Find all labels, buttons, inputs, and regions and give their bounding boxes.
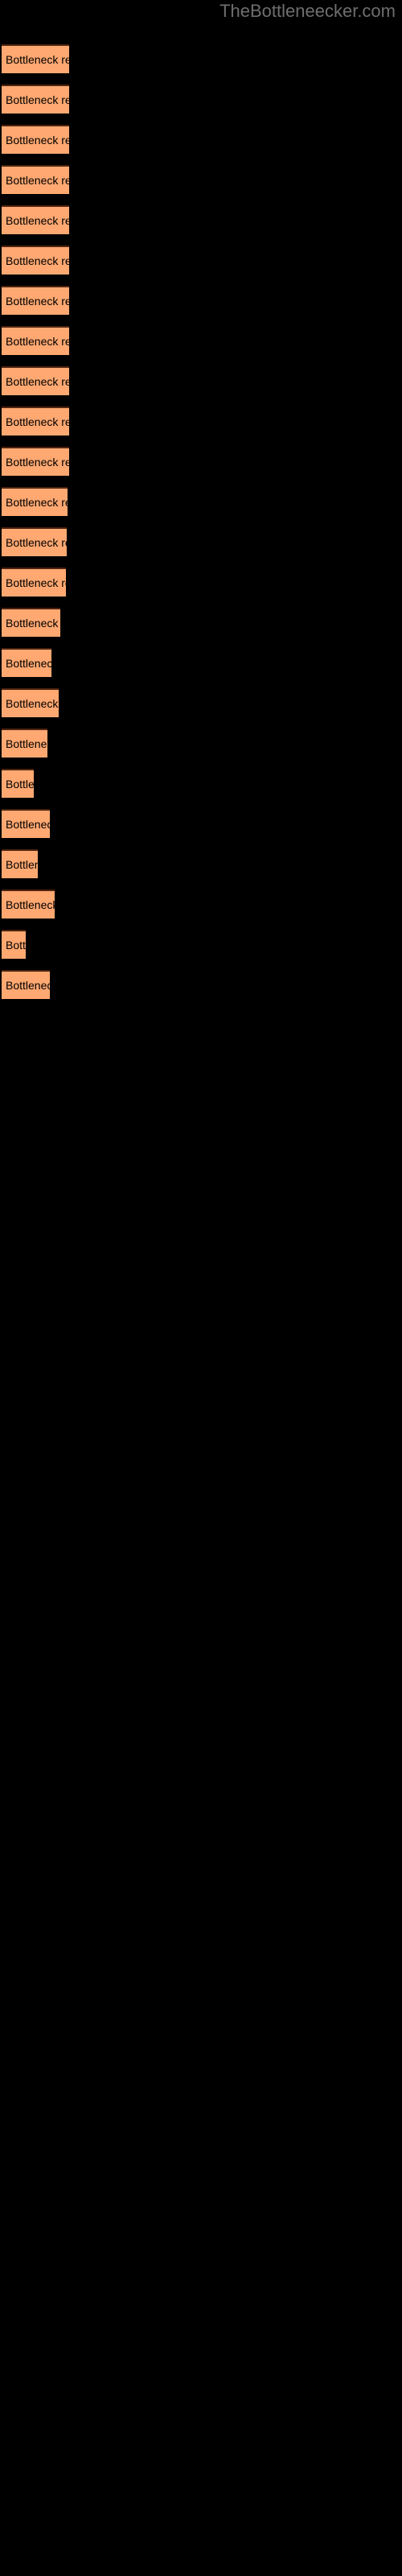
bottleneck-result-bar[interactable]: Bottleneck result <box>2 849 38 878</box>
bottleneck-result-bar[interactable]: Bottleneck result <box>2 648 51 677</box>
bar-row: Bottleneck result <box>0 286 402 315</box>
bar-row: Bottleneck result <box>0 407 402 436</box>
bar-label: Bottleneck result <box>6 335 69 348</box>
bar-row: Bottleneck result <box>0 970 402 999</box>
bar-row: Bottleneck result <box>0 44 402 73</box>
bottleneck-result-bar[interactable]: Bottleneck result <box>2 326 69 355</box>
bottleneck-result-bar[interactable]: Bottleneck result <box>2 407 69 436</box>
bar-label: Bottleneck result <box>6 979 50 992</box>
bar-row: Bottleneck result <box>0 688 402 717</box>
bar-row: Bottleneck result <box>0 729 402 758</box>
bottleneck-result-bar[interactable]: Bottleneck result <box>2 487 68 516</box>
bottleneck-result-bar[interactable]: Bottleneck result <box>2 608 60 637</box>
bar-label: Bottleneck result <box>6 134 69 147</box>
bar-label: Bottleneck result <box>6 93 69 106</box>
bar-row: Bottleneck result <box>0 487 402 516</box>
bottleneck-result-bar[interactable]: Bottleneck result <box>2 366 69 395</box>
bar-label: Bottleneck result <box>6 858 38 871</box>
bottleneck-result-bar[interactable]: Bottleneck result <box>2 809 50 838</box>
bar-label: Bottleneck result <box>6 898 55 911</box>
bar-label: Bottleneck result <box>6 456 69 469</box>
bar-label: Bottleneck result <box>6 818 50 831</box>
bottleneck-result-bar[interactable]: Bottleneck result <box>2 890 55 919</box>
bar-label: Bottleneck result <box>6 415 69 428</box>
bar-label: Bottleneck result <box>6 496 68 509</box>
bar-row: Bottleneck result <box>0 527 402 556</box>
bar-label: Bottleneck result <box>6 254 69 267</box>
bottleneck-result-bar[interactable]: Bottleneck result <box>2 447 69 476</box>
bar-row: Bottleneck result <box>0 849 402 878</box>
bottleneck-result-bar[interactable]: Bottleneck result <box>2 970 50 999</box>
bar-row: Bottleneck result <box>0 85 402 114</box>
bar-row: Bottleneck result <box>0 608 402 637</box>
bar-label: Bottleneck result <box>6 295 69 308</box>
bar-row: Bottleneck result <box>0 447 402 476</box>
bar-row: Bottleneck result <box>0 809 402 838</box>
bottleneck-result-bar[interactable]: Bottleneck result <box>2 930 26 959</box>
bar-label: Bottleneck result <box>6 617 60 630</box>
bar-row: Bottleneck result <box>0 930 402 959</box>
bar-label: Bottleneck result <box>6 939 26 952</box>
bar-label: Bottleneck result <box>6 737 47 750</box>
bottleneck-result-bar[interactable]: Bottleneck result <box>2 44 69 73</box>
bottleneck-result-bar[interactable]: Bottleneck result <box>2 205 69 234</box>
bottleneck-result-bar[interactable]: Bottleneck result <box>2 527 67 556</box>
bar-row: Bottleneck result <box>0 165 402 194</box>
bar-row: Bottleneck result <box>0 366 402 395</box>
bar-row: Bottleneck result <box>0 326 402 355</box>
bar-label: Bottleneck result <box>6 214 69 227</box>
bar-label: Bottleneck result <box>6 778 34 791</box>
bar-label: Bottleneck result <box>6 375 69 388</box>
bar-row: Bottleneck result <box>0 246 402 275</box>
bar-label: Bottleneck result <box>6 53 69 66</box>
bottleneck-result-bar[interactable]: Bottleneck result <box>2 286 69 315</box>
bottleneck-bar-chart: Bottleneck result Bottleneck result Bottle… <box>0 0 402 2576</box>
bar-row: Bottleneck result <box>0 205 402 234</box>
bottleneck-result-bar[interactable]: Bottleneck result <box>2 688 59 717</box>
bottleneck-result-bar[interactable]: Bottleneck result <box>2 568 66 597</box>
bottleneck-result-bar[interactable]: Bottleneck result <box>2 729 47 758</box>
bar-label: Bottleneck result <box>6 697 59 710</box>
bar-row: Bottleneck result <box>0 125 402 154</box>
bar-label: Bottleneck result <box>6 657 51 670</box>
bottleneck-result-bar[interactable]: Bottleneck result <box>2 85 69 114</box>
bar-label: Bottleneck result <box>6 174 69 187</box>
bar-row: Bottleneck result <box>0 890 402 919</box>
bottleneck-result-bar[interactable]: Bottleneck result <box>2 769 34 798</box>
bottleneck-result-bar[interactable]: Bottleneck result <box>2 246 69 275</box>
bottleneck-result-bar[interactable]: Bottleneck result <box>2 125 69 154</box>
bar-label: Bottleneck result <box>6 536 67 549</box>
bar-label: Bottleneck result <box>6 576 66 589</box>
bar-row: Bottleneck result <box>0 648 402 677</box>
bar-row: Bottleneck result <box>0 568 402 597</box>
bottleneck-result-bar[interactable]: Bottleneck result <box>2 165 69 194</box>
bar-row: Bottleneck result <box>0 769 402 798</box>
